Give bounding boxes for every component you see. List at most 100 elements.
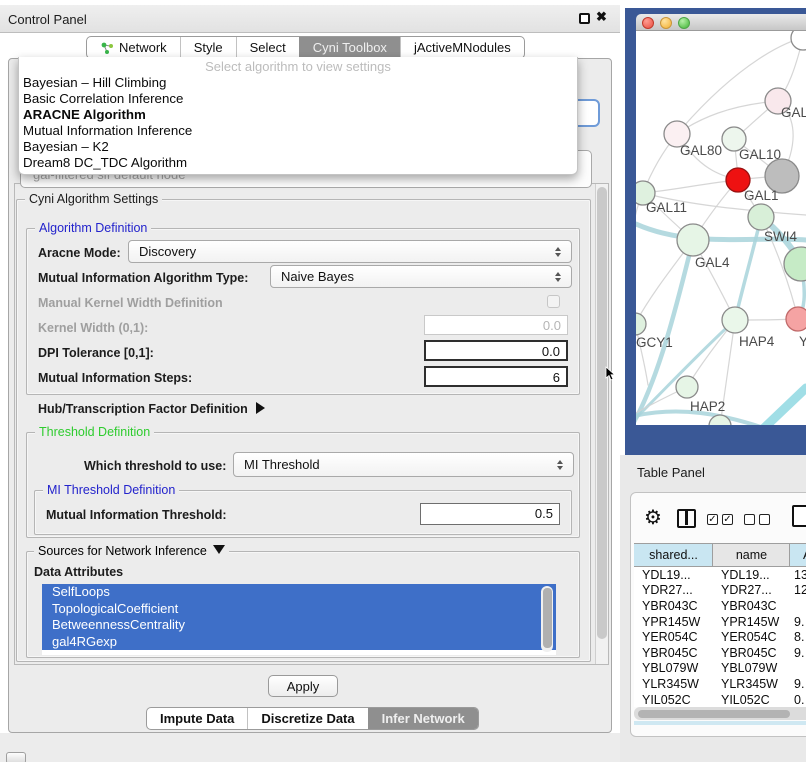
algorithm-option[interactable]: Dream8 DC_TDC Algorithm (19, 155, 577, 171)
algorithm-option[interactable]: ARACNE Algorithm (19, 107, 577, 123)
attribute-list-item[interactable]: SelfLoops (42, 584, 556, 601)
node-label: GAL1 (744, 188, 779, 203)
deselect-checkbox-icon[interactable] (759, 514, 770, 525)
tab-jactivemnodules[interactable]: jActiveMNodules (400, 37, 524, 58)
gear-icon[interactable]: ⚙ (644, 505, 662, 530)
tab-style[interactable]: Style (180, 37, 236, 58)
mi-type-combobox[interactable]: Naive Bayes (270, 265, 572, 288)
attribute-list-item[interactable]: TopologicalCoefficient (42, 601, 556, 618)
table-cell: YDL19... (634, 568, 713, 582)
table-cell: 13 (790, 568, 806, 582)
tab-select[interactable]: Select (236, 37, 299, 58)
tab-infer-network[interactable]: Infer Network (368, 708, 478, 729)
table-row[interactable]: YBR045CYBR045C9. (634, 645, 806, 661)
table-row[interactable]: YBR043CYBR043C (634, 598, 806, 614)
network-window-titlebar[interactable] (636, 14, 806, 31)
network-edge (636, 193, 643, 324)
dpi-tolerance-field[interactable]: 0.0 (424, 340, 568, 361)
network-node[interactable] (786, 307, 806, 331)
table-row[interactable]: YPR145WYPR145W9. (634, 614, 806, 630)
kernel-width-field[interactable]: 0.0 (424, 315, 568, 335)
sources-title: Sources for Network Inference (38, 544, 207, 558)
column-header[interactable]: A (790, 544, 806, 566)
table-row[interactable]: YLR345WYLR345W9. (634, 676, 806, 692)
table-row[interactable]: YBL079WYBL079W (634, 661, 806, 677)
tab-impute-data[interactable]: Impute Data (147, 708, 247, 729)
apply-button[interactable]: Apply (268, 675, 338, 697)
algorithm-dropdown-list: Select algorithm to view settings Bayesi… (18, 57, 578, 175)
mac-zoom-icon[interactable] (678, 17, 690, 29)
tab-label: jActiveMNodules (414, 40, 511, 55)
table-horizontal-scrollbar[interactable] (634, 707, 806, 720)
tab-cyni-toolbox[interactable]: Cyni Toolbox (299, 37, 400, 58)
algorithm-option[interactable]: Mutual Information Inference (19, 123, 577, 139)
table-cell: YBR045C (713, 646, 790, 660)
network-node[interactable] (748, 204, 774, 230)
node-label: GAL11 (646, 200, 687, 215)
mac-minimize-icon[interactable] (660, 17, 672, 29)
network-node[interactable] (677, 224, 709, 256)
network-node[interactable] (784, 247, 806, 281)
hub-definition-expander[interactable]: Hub/Transcription Factor Definition (38, 400, 265, 418)
settings-vertical-scrollbar[interactable] (595, 184, 608, 664)
cyni-bottom-tabs: Impute DataDiscretize DataInfer Network (146, 707, 479, 730)
table-cell: 12 (790, 583, 806, 597)
control-panel-tabs: Network Style Select Cyni Toolbox jActiveMNo… (86, 36, 525, 59)
table-row[interactable]: YER054CYER054C8. (634, 629, 806, 645)
select-all-checkbox-icon[interactable]: ✓ (707, 514, 718, 525)
network-edge (643, 180, 738, 193)
table-cell: YBR043C (713, 599, 790, 613)
network-edge (764, 388, 806, 425)
table-header-row: shared...nameA (634, 543, 806, 567)
dpi-tolerance-label: DPI Tolerance [0,1]: (38, 346, 154, 360)
combo-stepper-icon (555, 272, 562, 282)
algorithm-definition-title: Algorithm Definition (35, 221, 151, 235)
table-cell: YBL079W (713, 661, 790, 675)
float-window-icon[interactable] (579, 13, 590, 24)
algorithm-option[interactable]: Bayesian – Hill Climbing (19, 75, 577, 91)
screenshot-root: Control Panel ✖ Network Style Select Cyni T… (0, 0, 806, 762)
which-threshold-value: MI Threshold (244, 457, 320, 472)
table-row[interactable]: YDR27...YDR27...12 (634, 583, 806, 599)
column-header[interactable]: shared... (634, 544, 713, 566)
tab-network[interactable]: Network (87, 37, 180, 58)
threshold-definition-title: Threshold Definition (35, 425, 154, 439)
tab-label: Network (119, 40, 167, 55)
attribute-list-item[interactable]: gal4RGexp (42, 634, 556, 651)
partial-toolbar-button[interactable] (6, 752, 26, 762)
select-all-checkbox-icon[interactable]: ✓ (722, 514, 733, 525)
manual-kernel-checkbox[interactable] (547, 295, 560, 308)
node-label: SWI4 (764, 229, 797, 244)
tab-discretize-data[interactable]: Discretize Data (247, 708, 367, 729)
network-node[interactable] (722, 307, 748, 333)
node-label: GAL (781, 105, 806, 120)
tab-label: Cyni Toolbox (313, 40, 387, 55)
network-node[interactable] (636, 313, 646, 335)
aracne-mode-combobox[interactable]: Discovery (128, 240, 572, 263)
sources-collapser[interactable]: Sources for Network Inference (34, 544, 229, 558)
mi-steps-field[interactable]: 6 (424, 366, 568, 387)
tab-label: Style (194, 40, 223, 55)
column-header[interactable]: name (713, 544, 790, 566)
attributes-list-scrollbar[interactable] (541, 586, 553, 652)
which-threshold-combobox[interactable]: MI Threshold (233, 452, 574, 477)
table-cell: YER054C (634, 630, 713, 644)
algorithm-option[interactable]: Basic Correlation Inference (19, 91, 577, 107)
table-cell: YIL052C (634, 693, 713, 707)
table-cell: YLR345W (713, 677, 790, 691)
table-cell: YDR27... (713, 583, 790, 597)
deselect-checkbox-icon[interactable] (744, 514, 755, 525)
mac-close-icon[interactable] (642, 17, 654, 29)
columns-icon[interactable] (677, 509, 696, 528)
control-panel-title: Control Panel (8, 12, 87, 27)
network-node[interactable] (791, 31, 806, 50)
close-icon[interactable]: ✖ (596, 9, 607, 25)
attribute-list-item[interactable]: BetweennessCentrality (42, 617, 556, 634)
algorithm-option[interactable]: Bayesian – K2 (19, 139, 577, 155)
mi-threshold-field[interactable]: 0.5 (420, 503, 560, 525)
network-node[interactable] (676, 376, 698, 398)
network-canvas[interactable]: GALGAL80GAL10GAL1GAL11SWI4GAL4GCY1HAP4YH… (636, 31, 806, 425)
table-row[interactable]: YIL052CYIL052C0. (634, 692, 806, 707)
table-row[interactable]: YDL19...YDL19...13 (634, 567, 806, 583)
document-icon[interactable] (792, 505, 806, 527)
